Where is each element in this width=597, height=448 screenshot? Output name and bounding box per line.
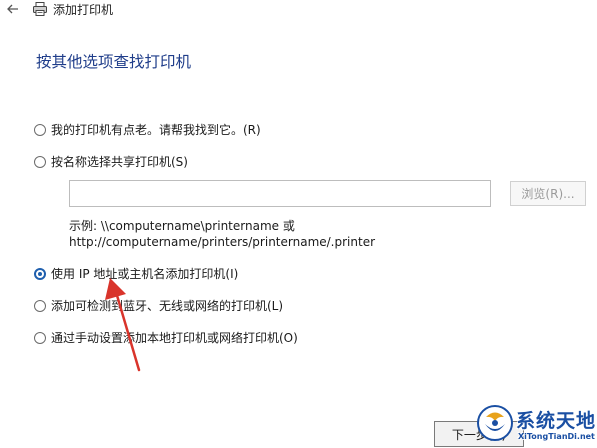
title-bar: 添加打印机 — [0, 0, 597, 22]
option-old-printer[interactable]: 我的打印机有点老。请帮我找到它。(R) — [34, 121, 261, 138]
page-heading: 按其他选项查找打印机 — [36, 53, 192, 71]
watermark-url: XiTongTianDi.net — [518, 432, 595, 441]
option-old-printer-label: 我的打印机有点老。请帮我找到它。(R) — [51, 123, 261, 137]
radio-manual-local[interactable] — [34, 331, 46, 344]
option-bluetooth-network-label: 添加可检测到蓝牙、无线或网络的打印机(L) — [51, 299, 284, 313]
radio-ip-hostname[interactable] — [34, 267, 46, 280]
option-ip-hostname-label: 使用 IP 地址或主机名添加打印机(I) — [51, 267, 239, 281]
example-line-1: 示例: \\computername\printername 或 — [69, 219, 295, 233]
radio-old-printer[interactable] — [34, 123, 46, 136]
radio-bluetooth-network[interactable] — [34, 299, 46, 312]
option-shared-by-name[interactable]: 按名称选择共享打印机(S) — [34, 153, 188, 170]
share-printer-name-input[interactable] — [69, 180, 491, 207]
watermark: 系统天地 XiTongTianDi.net — [470, 400, 597, 448]
printer-icon — [33, 2, 47, 16]
watermark-brand: 系统天地 — [516, 410, 597, 432]
option-ip-hostname[interactable]: 使用 IP 地址或主机名添加打印机(I) — [34, 265, 238, 282]
option-bluetooth-network[interactable]: 添加可检测到蓝牙、无线或网络的打印机(L) — [34, 297, 283, 314]
radio-shared-by-name[interactable] — [34, 155, 46, 168]
option-manual-local-label: 通过手动设置添加本地打印机或网络打印机(O) — [51, 331, 298, 345]
example-line-2: http://computername/printers/printername… — [69, 235, 376, 249]
option-manual-local[interactable]: 通过手动设置添加本地打印机或网络打印机(O) — [34, 329, 298, 346]
watermark-logo-icon — [477, 405, 513, 441]
option-shared-by-name-label: 按名称选择共享打印机(S) — [51, 155, 188, 169]
browse-button[interactable]: 浏览(R)... — [510, 181, 586, 206]
window-title: 添加打印机 — [53, 3, 114, 17]
back-arrow-icon[interactable] — [6, 2, 20, 16]
